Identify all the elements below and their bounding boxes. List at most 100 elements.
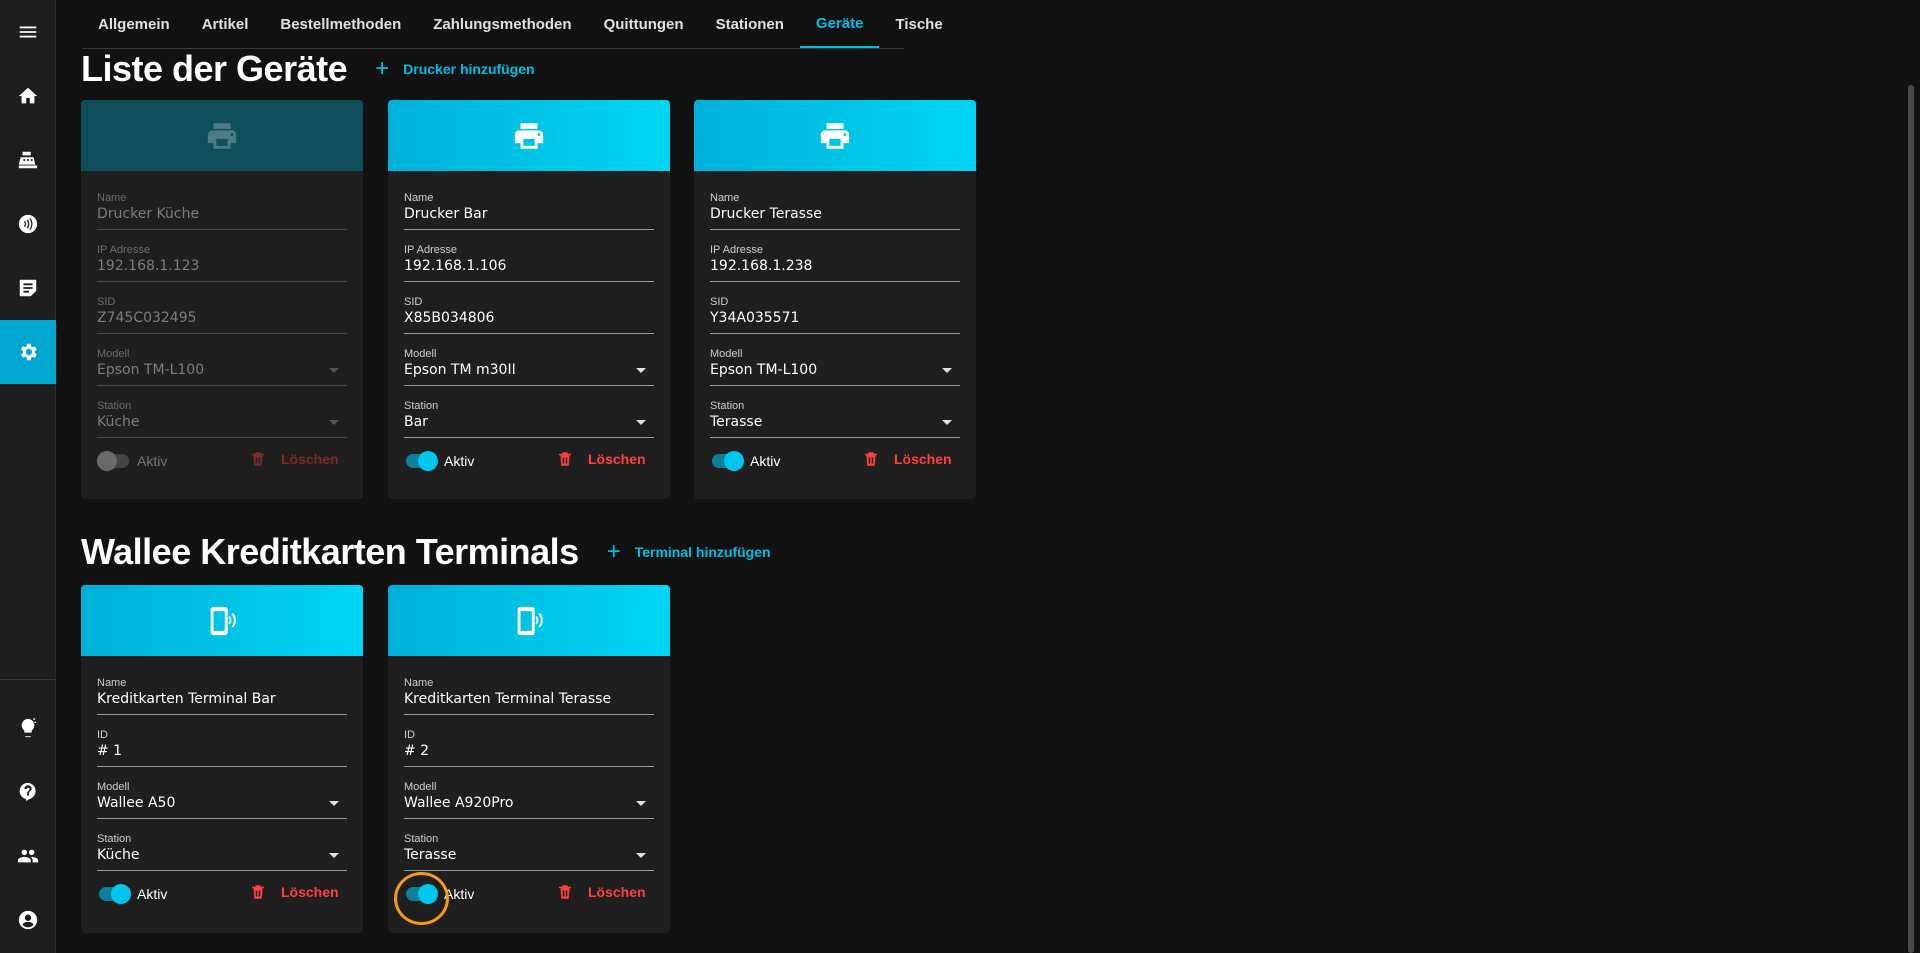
delete-button[interactable]: Löschen	[556, 450, 646, 468]
active-toggle[interactable]	[97, 451, 131, 471]
field-label: Modell	[404, 781, 437, 793]
field-value: Epson TM m30II	[404, 362, 516, 378]
order-list-icon	[19, 279, 37, 297]
ip-address-field[interactable]: IP Adresse 192.168.1.106	[404, 244, 654, 282]
tab-zahlungsmethoden[interactable]: Zahlungsmethoden	[417, 0, 587, 48]
field-value: Wallee A920Pro	[404, 795, 514, 811]
name-field[interactable]: Name Kreditkarten Terminal Bar	[97, 677, 347, 715]
page-scrollbar[interactable]	[1908, 85, 1914, 953]
field-label: ID	[97, 729, 108, 741]
nav-cash-register[interactable]	[0, 128, 56, 192]
model-select[interactable]: Modell Epson TM-L100	[710, 348, 960, 386]
nav-orders[interactable]	[0, 256, 56, 320]
id-field[interactable]: ID # 2	[404, 729, 654, 767]
tab-artikel[interactable]: Artikel	[186, 0, 265, 48]
model-select[interactable]: Modell Epson TM m30II	[404, 348, 654, 386]
nav-help[interactable]	[0, 760, 56, 824]
plus-icon: +	[375, 55, 390, 82]
terminal-card: Name Kreditkarten Terminal Bar ID # 1 Mo…	[81, 585, 363, 933]
model-select[interactable]: Modell Wallee A50	[97, 781, 347, 819]
menu-icon	[19, 26, 37, 38]
station-select[interactable]: Station Terasse	[404, 833, 654, 871]
field-label: Modell	[404, 348, 437, 360]
printer-card: Name Drucker Terasse IP Adresse 192.168.…	[694, 100, 976, 499]
active-toggle[interactable]	[97, 884, 131, 904]
active-toggle-row: Aktiv	[97, 451, 167, 471]
printer-card-header	[81, 100, 363, 171]
nav-account[interactable]	[0, 888, 56, 952]
chevron-down-icon	[636, 368, 646, 373]
field-value: Drucker Küche	[97, 206, 200, 222]
nav-tips[interactable]	[0, 696, 56, 760]
field-value: # 2	[404, 743, 430, 759]
field-value: Küche	[97, 414, 140, 430]
delete-label: Löschen	[281, 884, 339, 900]
delete-button[interactable]: Löschen	[862, 450, 952, 468]
tab-quittungen[interactable]: Quittungen	[588, 0, 700, 48]
name-field[interactable]: Name Drucker Terasse	[710, 192, 960, 230]
printer-icon	[207, 122, 237, 149]
field-value: Kreditkarten Terminal Bar	[97, 691, 276, 707]
field-value: Z745C032495	[97, 310, 197, 326]
active-toggle[interactable]	[710, 451, 744, 471]
lightbulb-icon	[21, 717, 37, 738]
menu-button[interactable]	[0, 0, 56, 64]
name-field[interactable]: Name Drucker Küche	[97, 192, 347, 230]
station-select[interactable]: Station Küche	[97, 400, 347, 438]
nav-users[interactable]	[0, 824, 56, 888]
settings-tabs: Allgemein Artikel Bestellmethoden Zahlun…	[82, 0, 943, 49]
chevron-down-icon	[942, 420, 952, 425]
chevron-down-icon	[329, 853, 339, 858]
field-value: Epson TM-L100	[710, 362, 818, 378]
delete-label: Löschen	[894, 451, 952, 467]
nav-settings[interactable]	[0, 320, 56, 384]
tab-bestellmethoden[interactable]: Bestellmethoden	[264, 0, 417, 48]
settings-icon	[21, 343, 37, 361]
delete-button[interactable]: Löschen	[249, 883, 339, 901]
click-highlight-ring	[394, 872, 449, 925]
tab-stationen[interactable]: Stationen	[700, 0, 800, 48]
add-terminal-button[interactable]: + Terminal hinzufügen	[607, 540, 771, 564]
sid-field[interactable]: SID X85B034806	[404, 296, 654, 334]
delete-button[interactable]: Löschen	[556, 883, 646, 901]
active-toggle[interactable]	[404, 451, 438, 471]
field-label: Name	[404, 677, 434, 689]
field-value: Drucker Terasse	[710, 206, 822, 222]
ip-address-field[interactable]: IP Adresse 192.168.1.238	[710, 244, 960, 282]
model-select[interactable]: Modell Epson TM-L100	[97, 348, 347, 386]
nav-home[interactable]	[0, 64, 56, 128]
chevron-down-icon	[329, 420, 339, 425]
field-value: 192.168.1.238	[710, 258, 813, 274]
sid-field[interactable]: SID Y34A035571	[710, 296, 960, 334]
ip-address-field[interactable]: IP Adresse 192.168.1.123	[97, 244, 347, 282]
add-printer-label: Drucker hinzufügen	[403, 61, 535, 77]
field-label: Station	[97, 400, 132, 412]
sid-field[interactable]: SID Z745C032495	[97, 296, 347, 334]
field-label: IP Adresse	[97, 244, 150, 256]
id-field[interactable]: ID # 1	[97, 729, 347, 767]
nav-contactless[interactable]	[0, 192, 56, 256]
delete-button[interactable]: Löschen	[249, 450, 339, 468]
station-select[interactable]: Station Bar	[404, 400, 654, 438]
station-select[interactable]: Station Terasse	[710, 400, 960, 438]
station-select[interactable]: Station Küche	[97, 833, 347, 871]
chevron-down-icon	[942, 368, 952, 373]
name-field[interactable]: Name Drucker Bar	[404, 192, 654, 230]
terminal-card-header	[81, 585, 363, 656]
tab-tische[interactable]: Tische	[879, 0, 958, 48]
field-value: Drucker Bar	[404, 206, 488, 222]
model-select[interactable]: Modell Wallee A920Pro	[404, 781, 654, 819]
chevron-down-icon	[329, 368, 339, 373]
chevron-down-icon	[636, 420, 646, 425]
tab-allgemein[interactable]: Allgemein	[82, 0, 186, 48]
add-printer-button[interactable]: + Drucker hinzufügen	[375, 57, 534, 81]
payment-terminal-icon	[517, 606, 543, 635]
tab-geraete[interactable]: Geräte	[799, 0, 880, 48]
active-toggle-label: Aktiv	[137, 886, 168, 902]
name-field[interactable]: Name Kreditkarten Terminal Terasse	[404, 677, 654, 715]
field-label: Name	[97, 677, 127, 689]
field-label: Station	[404, 400, 439, 412]
active-toggle-row: Aktiv	[404, 451, 474, 471]
trash-icon	[865, 452, 877, 466]
field-label: Name	[710, 192, 740, 204]
